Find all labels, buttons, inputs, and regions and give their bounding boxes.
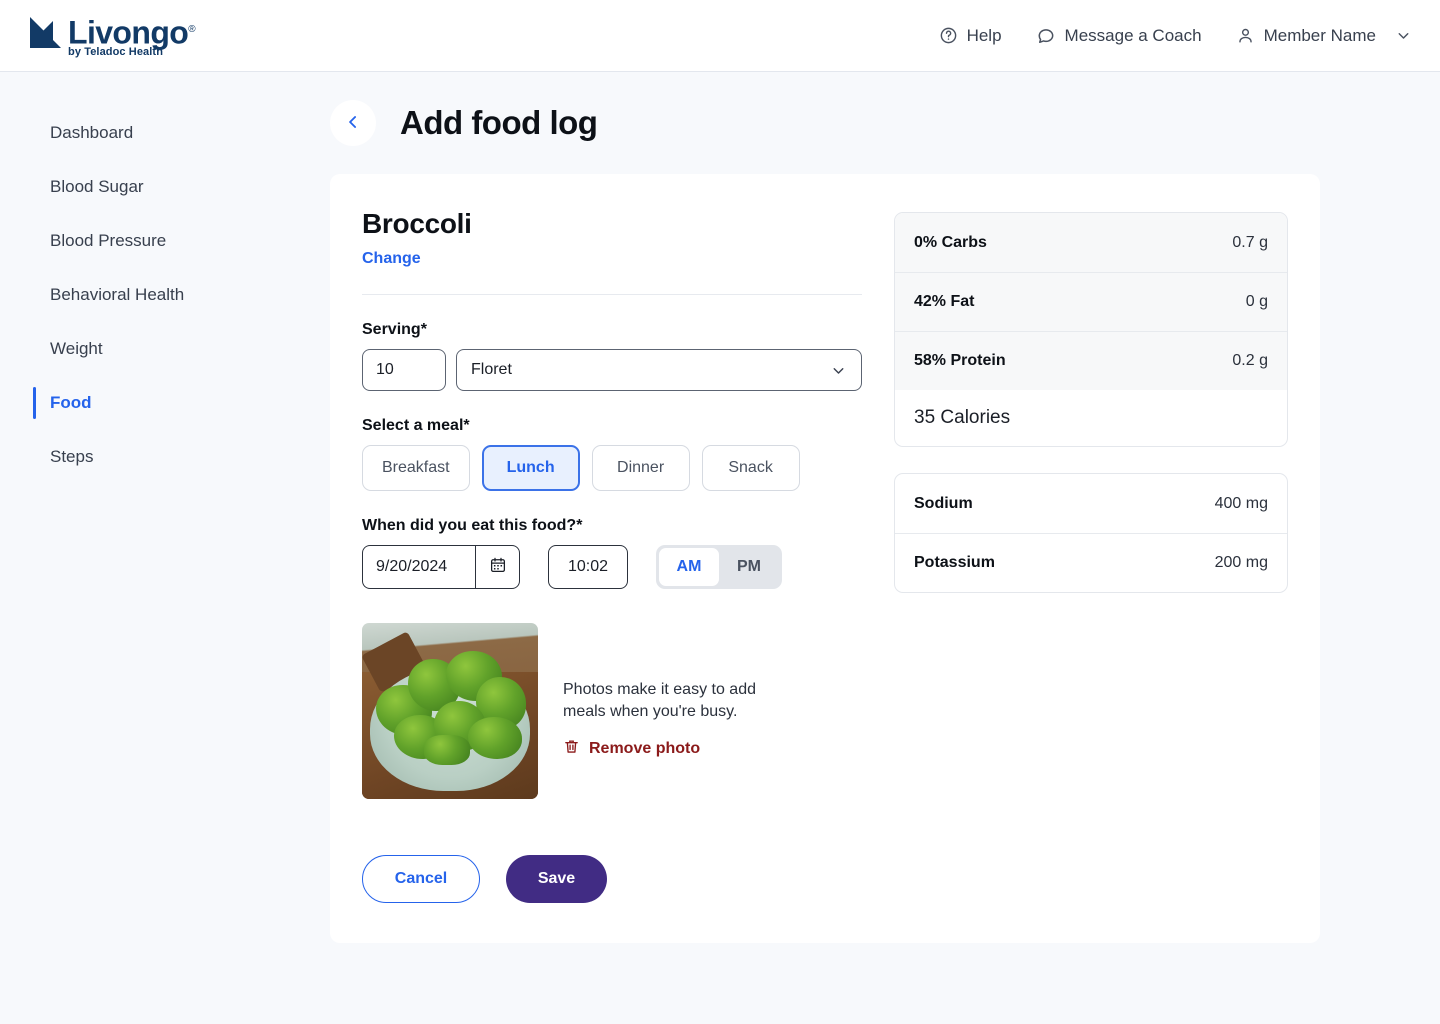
meal-option-lunch[interactable]: Lunch bbox=[481, 445, 580, 491]
meal-option-snack[interactable]: Snack bbox=[701, 445, 800, 491]
macro-label: 0% Carbs bbox=[914, 233, 987, 251]
nav-message-coach-label: Message a Coach bbox=[1064, 25, 1202, 45]
nutrition-panel: 0% Carbs 0.7 g 42% Fat 0 g 58% Protein 0… bbox=[894, 208, 1288, 903]
calendar-icon bbox=[489, 556, 507, 579]
minerals-card: Sodium 400 mg Potassium 200 mg bbox=[894, 473, 1288, 593]
sidebar-item-weight[interactable]: Weight bbox=[0, 322, 330, 376]
meal-option-dinner[interactable]: Dinner bbox=[591, 445, 690, 491]
macro-value: 0.2 g bbox=[1232, 352, 1268, 369]
macro-row-carbs: 0% Carbs 0.7 g bbox=[895, 213, 1287, 272]
photo-section: Photos make it easy to add meals when yo… bbox=[362, 623, 862, 799]
sidebar-nav: Dashboard Blood Sugar Blood Pressure Beh… bbox=[0, 72, 330, 1024]
when-eaten-label: When did you eat this food?* bbox=[362, 517, 583, 534]
sidebar-item-food[interactable]: Food bbox=[0, 376, 330, 430]
serving-unit-select[interactable]: Floret bbox=[456, 349, 862, 391]
mineral-label: Potassium bbox=[914, 554, 995, 571]
save-button[interactable]: Save bbox=[506, 855, 607, 903]
form-actions: Cancel Save bbox=[362, 855, 862, 903]
macros-list: 0% Carbs 0.7 g 42% Fat 0 g 58% Protein 0… bbox=[895, 213, 1287, 390]
serving-label: Serving* bbox=[362, 321, 427, 338]
page-header: Add food log bbox=[330, 72, 1320, 146]
page-title: Add food log bbox=[400, 104, 598, 141]
photo-help-text: Photos make it easy to add meals when yo… bbox=[563, 623, 778, 799]
food-form: Broccoli Change Serving* Floret Select a… bbox=[362, 208, 862, 903]
logo-wordmark: Livongo® bbox=[68, 14, 196, 51]
date-input[interactable] bbox=[362, 545, 475, 589]
sidebar-item-blood-sugar[interactable]: Blood Sugar bbox=[0, 160, 330, 214]
mineral-row-potassium: Potassium 200 mg bbox=[895, 533, 1287, 592]
section-divider bbox=[362, 294, 862, 295]
nav-help[interactable]: Help bbox=[939, 26, 1002, 46]
sidebar-item-dashboard[interactable]: Dashboard bbox=[0, 106, 330, 160]
change-food-link[interactable]: Change bbox=[362, 250, 421, 268]
sidebar-label: Blood Sugar bbox=[50, 177, 144, 196]
cancel-button[interactable]: Cancel bbox=[362, 855, 480, 903]
meridiem-am-option[interactable]: AM bbox=[659, 548, 719, 586]
photo-hint-text: Photos make it easy to add meals when yo… bbox=[563, 681, 756, 720]
remove-photo-button[interactable]: Remove photo bbox=[563, 738, 778, 760]
food-log-card: Broccoli Change Serving* Floret Select a… bbox=[330, 174, 1320, 943]
datetime-row: AM PM bbox=[362, 545, 862, 589]
app-header: Livongo® by Teladoc Health Help Message … bbox=[0, 0, 1440, 72]
mineral-label: Sodium bbox=[914, 494, 973, 512]
help-circle-icon bbox=[939, 26, 958, 45]
time-input[interactable] bbox=[548, 545, 628, 589]
trash-icon bbox=[563, 738, 580, 760]
sidebar-item-steps[interactable]: Steps bbox=[0, 430, 330, 484]
sidebar-label: Blood Pressure bbox=[50, 231, 167, 250]
sidebar-label: Food bbox=[50, 393, 92, 412]
calendar-picker-button[interactable] bbox=[475, 545, 520, 589]
macro-label: 58% Protein bbox=[914, 352, 1006, 369]
food-name: Broccoli bbox=[362, 208, 472, 239]
main-content: Add food log Broccoli Change Serving* Fl… bbox=[330, 72, 1440, 1024]
meal-selector: Breakfast Lunch Dinner Snack bbox=[362, 445, 862, 491]
date-field-group bbox=[362, 545, 520, 589]
header-nav: Help Message a Coach Member Name bbox=[939, 26, 1412, 46]
macro-value: 0 g bbox=[1245, 293, 1268, 310]
nav-member-name-label: Member Name bbox=[1263, 25, 1376, 45]
calories-row: 35 Calories bbox=[914, 407, 1011, 428]
sidebar-label: Dashboard bbox=[50, 123, 134, 142]
livongo-logo[interactable]: Livongo® by Teladoc Health bbox=[30, 13, 196, 58]
mineral-value: 400 mg bbox=[1214, 494, 1268, 512]
serving-unit-value: Floret bbox=[471, 361, 512, 378]
macro-label: 42% Fat bbox=[914, 293, 975, 310]
chevron-down-icon bbox=[830, 362, 847, 379]
chevron-left-icon bbox=[343, 112, 363, 135]
sidebar-label: Steps bbox=[50, 447, 94, 466]
serving-quantity-input[interactable] bbox=[362, 349, 446, 391]
nav-member-menu[interactable]: Member Name bbox=[1236, 26, 1412, 46]
meridiem-toggle: AM PM bbox=[656, 545, 782, 589]
meridiem-pm-option[interactable]: PM bbox=[719, 548, 779, 586]
macro-row-fat: 42% Fat 0 g bbox=[895, 272, 1287, 331]
nav-message-coach[interactable]: Message a Coach bbox=[1036, 26, 1202, 46]
sidebar-item-behavioral-health[interactable]: Behavioral Health bbox=[0, 268, 330, 322]
macro-row-protein: 58% Protein 0.2 g bbox=[895, 331, 1287, 390]
broccoli-bowl-photo bbox=[362, 623, 538, 799]
select-meal-label: Select a meal* bbox=[362, 417, 470, 434]
chevron-down-icon bbox=[1395, 27, 1412, 44]
sidebar-label: Weight bbox=[50, 339, 103, 358]
sidebar-label: Behavioral Health bbox=[50, 285, 185, 304]
person-icon bbox=[1236, 26, 1255, 45]
chat-bubble-icon bbox=[1036, 26, 1056, 46]
sidebar-item-blood-pressure[interactable]: Blood Pressure bbox=[0, 214, 330, 268]
livongo-logo-mark bbox=[30, 17, 61, 49]
macro-value: 0.7 g bbox=[1232, 233, 1268, 251]
logo-tagline: by Teladoc Health bbox=[68, 45, 164, 58]
macronutrient-card: 0% Carbs 0.7 g 42% Fat 0 g 58% Protein 0… bbox=[894, 212, 1288, 447]
broccoli-florets bbox=[372, 639, 530, 765]
meal-option-breakfast[interactable]: Breakfast bbox=[362, 445, 470, 491]
back-button[interactable] bbox=[330, 100, 376, 146]
mineral-row-sodium: Sodium 400 mg bbox=[895, 474, 1287, 533]
serving-row: Floret bbox=[362, 349, 862, 391]
page-body: Dashboard Blood Sugar Blood Pressure Beh… bbox=[0, 72, 1440, 1024]
mineral-value: 200 mg bbox=[1214, 554, 1268, 571]
nav-help-label: Help bbox=[966, 25, 1002, 45]
remove-photo-label: Remove photo bbox=[589, 740, 701, 758]
